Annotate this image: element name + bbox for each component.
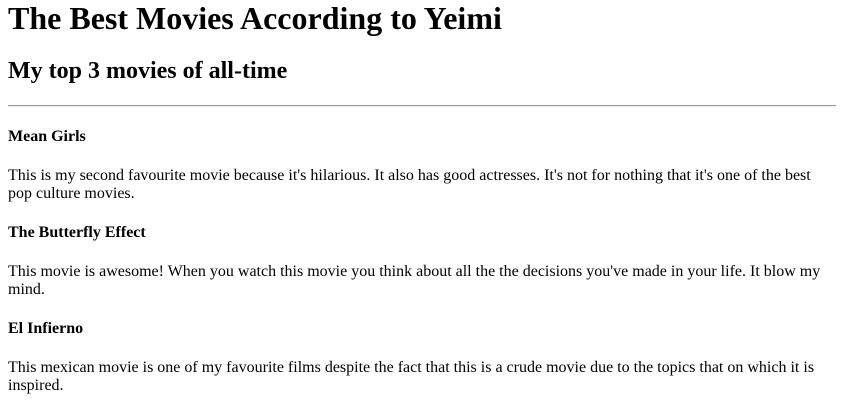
- movie-description: This movie is awesome! When you watch th…: [8, 263, 821, 298]
- movie-entry: El Infierno This mexican movie is one of…: [8, 320, 836, 395]
- movie-description: This mexican movie is one of my favourit…: [8, 359, 815, 394]
- movie-entry: Mean Girls This is my second favourite m…: [8, 128, 836, 203]
- movie-title: El Infierno: [8, 320, 84, 337]
- movie-description: This is my second favourite movie becaus…: [8, 167, 811, 202]
- divider: [8, 105, 836, 107]
- page-title: The Best Movies According to Yeimi: [8, 0, 502, 36]
- page-subtitle: My top 3 movies of all-time: [8, 58, 288, 84]
- movie-entry: The Butterfly Effect This movie is aweso…: [8, 224, 836, 299]
- movie-title: Mean Girls: [8, 128, 86, 145]
- movie-title: The Butterfly Effect: [8, 224, 146, 241]
